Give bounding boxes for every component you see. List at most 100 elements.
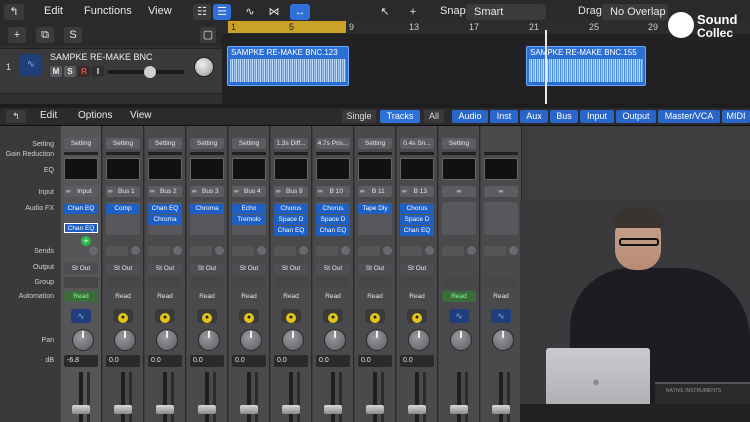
audio-fx-slot[interactable]: Space D	[316, 215, 350, 225]
setting-button[interactable]: Setting	[442, 138, 476, 149]
setting-button[interactable]: Setting	[358, 138, 392, 149]
eq-thumbnail[interactable]	[358, 158, 392, 180]
audio-fx-area[interactable]	[442, 202, 476, 235]
mode-all[interactable]: All	[424, 110, 444, 123]
automation-mode[interactable]: Read	[190, 291, 224, 302]
send-knob[interactable]	[383, 246, 392, 255]
send-slot[interactable]	[64, 246, 86, 256]
fader-cap[interactable]	[72, 405, 90, 414]
pan-knob[interactable]	[240, 329, 262, 351]
channel-strip[interactable]: Setting ∞ Bus 4 Echo Tremolo St Out Read ● 0.0	[229, 126, 270, 422]
audio-region[interactable]: SAMPKE RE-MAKE BNC.155	[526, 46, 646, 86]
back-icon[interactable]: ↰	[6, 110, 26, 123]
volume-readout[interactable]: -6.8	[64, 355, 98, 367]
mode-tracks[interactable]: Tracks	[380, 110, 420, 123]
filter-master-vca[interactable]: Master/VCA	[658, 110, 720, 123]
add-track-icon[interactable]: +	[8, 27, 26, 43]
eq-thumbnail[interactable]	[484, 158, 518, 180]
send-slot[interactable]	[106, 246, 128, 256]
eq-thumbnail[interactable]	[274, 158, 308, 180]
mute-button[interactable]: M	[50, 66, 62, 77]
audio-region[interactable]: SAMPKE RE-MAKE BNC.123	[227, 46, 349, 86]
eq-thumbnail[interactable]	[64, 158, 98, 180]
audio-fx-slot[interactable]: Chan EQ	[148, 204, 182, 214]
filter-aux[interactable]: Aux	[520, 110, 548, 123]
audio-fx-slot[interactable]: Chorus	[316, 204, 350, 214]
output-slot[interactable]: St Out	[274, 263, 308, 274]
send-knob[interactable]	[509, 246, 518, 255]
output-slot[interactable]: St Out	[400, 263, 434, 274]
group-slot[interactable]	[106, 277, 140, 288]
pan-knob[interactable]	[450, 329, 472, 351]
output-slot[interactable]: St Out	[358, 263, 392, 274]
channel-strip[interactable]: 1.3s Diff... ∞ Bus 9 Chorus Space D Chan EQ St…	[271, 126, 312, 422]
send-knob[interactable]	[341, 246, 350, 255]
output-slot[interactable]: St Out	[64, 263, 98, 274]
output-slot[interactable]: St Out	[190, 263, 224, 274]
volume-slider-thumb[interactable]	[144, 66, 156, 78]
mixer-view-menu[interactable]: View	[130, 110, 152, 121]
channel-strip[interactable]: Setting ∞ Bus 3 Chroma St Out Read ● 0.0	[187, 126, 228, 422]
group-slot[interactable]	[316, 277, 350, 288]
setting-button[interactable]: Setting	[64, 138, 98, 149]
flex-icon[interactable]: ⋈	[264, 4, 284, 20]
setting-button[interactable]: 0.4s Sn...	[400, 138, 434, 149]
group-slot[interactable]	[358, 277, 392, 288]
send-slot[interactable]	[442, 246, 464, 256]
input-slot[interactable]: ∞ Bus 3	[190, 186, 224, 197]
fader-cap[interactable]	[240, 405, 258, 414]
eq-thumbnail[interactable]	[400, 158, 434, 180]
functions-menu[interactable]: Functions	[84, 5, 132, 17]
send-knob[interactable]	[257, 246, 266, 255]
collapse-icon[interactable]: ▢	[200, 27, 216, 43]
setting-button[interactable]: 1.3s Diff...	[274, 138, 308, 149]
pan-knob[interactable]	[282, 329, 304, 351]
send-slot[interactable]	[190, 246, 212, 256]
output-slot[interactable]: St Out	[232, 263, 266, 274]
fader-cap[interactable]	[366, 405, 384, 414]
audio-fx-slot[interactable]: Chorus	[274, 204, 308, 214]
fader-cap[interactable]	[450, 405, 468, 414]
eq-thumbnail[interactable]	[442, 158, 476, 180]
solo-button[interactable]: S	[64, 66, 76, 77]
filter-bus[interactable]: Bus	[550, 110, 578, 123]
volume-readout[interactable]: 0.0	[316, 355, 350, 367]
filter-midi[interactable]: MIDI	[722, 110, 750, 123]
input-slot[interactable]: ∞ B 10	[316, 186, 350, 197]
volume-fader-track[interactable]	[247, 372, 251, 422]
input-slot[interactable]: ∞	[442, 186, 476, 197]
input-slot[interactable]: ∞ B 11	[358, 186, 392, 197]
send-knob[interactable]	[131, 246, 140, 255]
send-knob[interactable]	[89, 246, 98, 255]
filter-audio[interactable]: Audio	[452, 110, 488, 123]
grid-view-icon[interactable]: ☷	[193, 4, 211, 20]
pan-knob[interactable]	[408, 329, 430, 351]
automation-mode[interactable]: Read	[400, 291, 434, 302]
setting-button[interactable]: Setting	[106, 138, 140, 149]
pan-knob[interactable]	[156, 329, 178, 351]
record-button[interactable]: R	[78, 66, 90, 77]
pointer-tool-icon[interactable]: ↖	[372, 4, 398, 20]
automation-mode[interactable]: Read	[316, 291, 350, 302]
input-slot[interactable]: ∞ Bus 1	[106, 186, 140, 197]
fader-cap[interactable]	[156, 405, 174, 414]
filter-output[interactable]: Output	[616, 110, 656, 123]
send-knob[interactable]	[299, 246, 308, 255]
send-slot[interactable]	[274, 246, 296, 256]
audio-fx-slot[interactable]: Chan EQ	[274, 226, 308, 236]
setting-button[interactable]: Setting	[190, 138, 224, 149]
eq-thumbnail[interactable]	[232, 158, 266, 180]
channel-strip[interactable]: Setting ∞ Bus 1 Comp St Out Read ● 0.0	[103, 126, 144, 422]
input-slot[interactable]: ∞ Bus 2	[148, 186, 182, 197]
channel-strip[interactable]: Setting ∞ Bus 2 Chan EQ Chroma St Out Read ● 0.0	[145, 126, 186, 422]
input-slot[interactable]: ∞ Bus 4	[232, 186, 266, 197]
audio-fx-slot[interactable]: Chorus	[400, 204, 434, 214]
audio-fx-slot[interactable]: Chan EQ	[64, 204, 98, 214]
pan-knob[interactable]	[324, 329, 346, 351]
volume-readout[interactable]: 0.0	[106, 355, 140, 367]
volume-fader-track[interactable]	[415, 372, 419, 422]
input-slot[interactable]: ∞ Bus 9	[274, 186, 308, 197]
channel-strip[interactable]: 4.7s Pris... ∞ B 10 Chorus Space D Chan EQ St …	[313, 126, 354, 422]
group-slot[interactable]	[64, 277, 98, 288]
dragged-plugin[interactable]: Chan EQ	[64, 223, 98, 233]
